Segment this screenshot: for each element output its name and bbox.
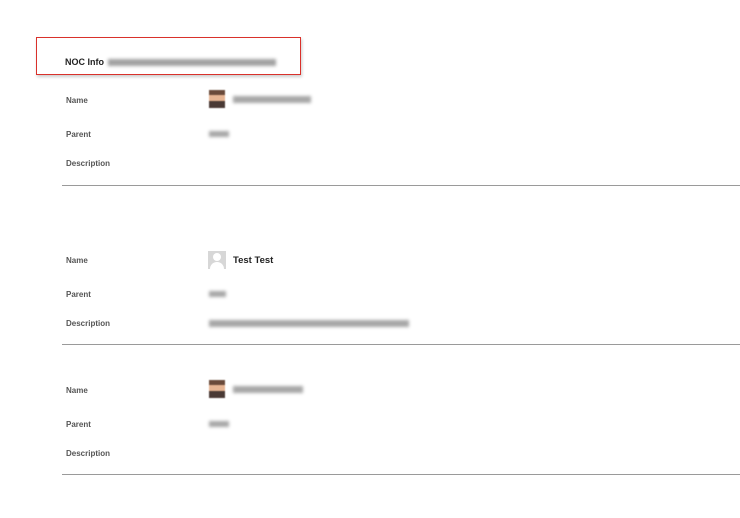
record-divider [62, 344, 740, 345]
parent-label: Parent [66, 130, 91, 139]
parent-label: Parent [66, 420, 91, 429]
name-label: Name [66, 386, 88, 395]
name-label: Name [66, 256, 88, 265]
redacted-email [108, 59, 276, 67]
parent-label: Parent [66, 290, 91, 299]
redacted-parent [209, 421, 229, 427]
name-label: Name [66, 96, 88, 105]
highlight-box [36, 37, 301, 75]
redacted-parent [209, 131, 229, 137]
description-label: Description [66, 449, 111, 458]
record-name: Test Test [233, 255, 274, 266]
avatar [209, 380, 225, 398]
redacted-description [209, 320, 409, 327]
user-avatar-icon [208, 251, 226, 269]
noc-info-label: NOC Info [65, 57, 104, 67]
description-label: Description [66, 319, 111, 328]
redacted-name [233, 386, 303, 393]
description-label: Description [66, 159, 111, 168]
redacted-parent [209, 291, 226, 297]
record-divider [62, 185, 740, 186]
avatar [209, 90, 225, 108]
redacted-name [233, 96, 311, 103]
noc-info-title: NOC Info [65, 57, 276, 67]
record-divider [62, 474, 740, 475]
